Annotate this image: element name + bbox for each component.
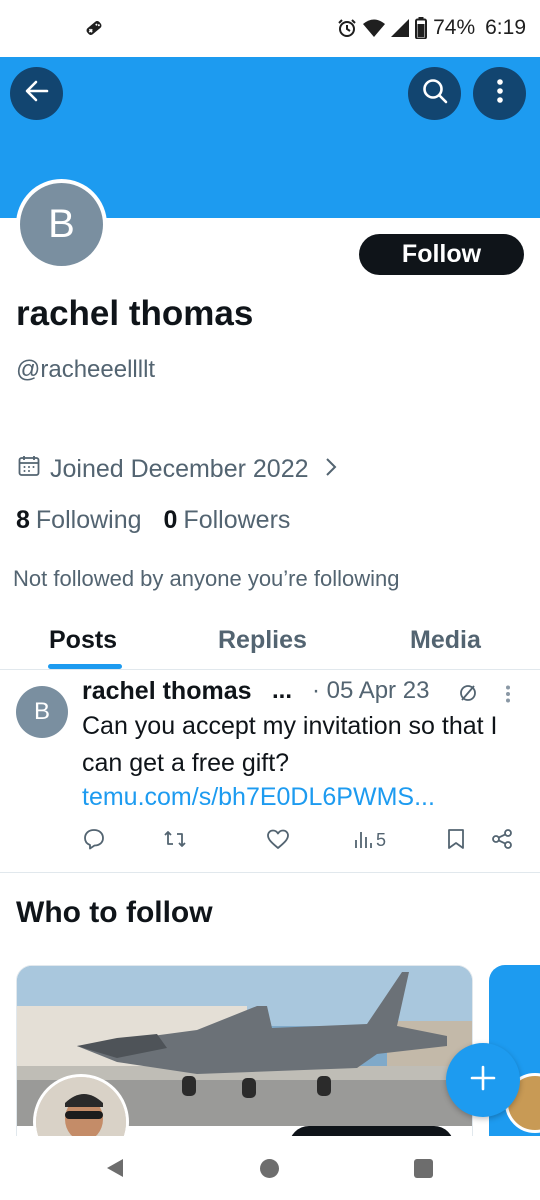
- share-button[interactable]: [491, 828, 513, 855]
- tab-media[interactable]: Media: [410, 626, 481, 655]
- followers-label: Followers: [183, 506, 291, 534]
- battery-percent: 74%: [433, 16, 476, 39]
- follow-button[interactable]: Follow: [359, 234, 524, 275]
- status-bar: 74% 6:19: [0, 0, 540, 57]
- more-vertical-icon: [496, 78, 504, 109]
- game-controller-icon: [84, 18, 104, 38]
- nav-recents-icon[interactable]: [414, 1159, 433, 1178]
- who-to-follow-title: Who to follow: [16, 896, 213, 929]
- joined-text: Joined December 2022: [50, 455, 309, 483]
- cell-signal-icon: [391, 19, 410, 37]
- heart-icon: [266, 828, 290, 855]
- post-author-ellipsis: ...: [272, 677, 293, 704]
- nav-home-icon[interactable]: [260, 1159, 279, 1178]
- views-button[interactable]: 5: [354, 828, 386, 853]
- more-options-button[interactable]: [473, 67, 526, 120]
- alarm-icon: [337, 18, 357, 38]
- profile-avatar-letter: B: [20, 183, 103, 266]
- compose-post-button[interactable]: [446, 1043, 520, 1117]
- tab-replies[interactable]: Replies: [218, 626, 307, 655]
- profile-name: rachel thomas: [16, 294, 254, 333]
- post-avatar[interactable]: B: [16, 686, 68, 738]
- bookmark-icon: [447, 828, 465, 855]
- clock: 6:19: [485, 16, 526, 39]
- plus-icon: [470, 1065, 496, 1096]
- calendar-icon: [18, 455, 40, 484]
- followers-count: 0: [163, 506, 178, 534]
- post-author-name[interactable]: rachel thomas: [82, 677, 252, 706]
- back-button[interactable]: [10, 67, 63, 120]
- profile-avatar[interactable]: B: [16, 179, 107, 270]
- back-arrow-icon: [24, 78, 50, 109]
- search-icon: [421, 77, 449, 110]
- search-button[interactable]: [408, 67, 461, 120]
- share-icon: [491, 828, 513, 855]
- post-actions: 5: [0, 828, 540, 858]
- following-label: Following: [35, 506, 142, 534]
- no-reply-icon: [458, 683, 478, 708]
- analytics-icon: [354, 828, 372, 853]
- reply-icon: [83, 828, 105, 855]
- tab-posts[interactable]: Posts: [49, 626, 117, 655]
- chevron-right-icon: [325, 455, 337, 484]
- reply-button[interactable]: [83, 828, 105, 855]
- battery-icon: [415, 17, 428, 39]
- post-more-icon[interactable]: [505, 685, 511, 708]
- post-date: · 05 Apr 23: [312, 677, 430, 704]
- nav-back-icon[interactable]: [106, 1158, 124, 1183]
- post-item[interactable]: B rachel thomas ... · 05 Apr 23 Can you …: [0, 670, 540, 873]
- active-tab-indicator: [48, 664, 122, 669]
- profile-tabs: Posts Replies Media: [0, 620, 540, 670]
- repost-button[interactable]: [163, 828, 187, 855]
- status-icons: 74% 6:19: [337, 16, 526, 40]
- repost-icon: [163, 828, 187, 855]
- like-button[interactable]: [266, 828, 290, 855]
- follow-counts: 8 Following 0 Followers: [16, 506, 290, 535]
- post-link[interactable]: temu.com/s/bh7E0DL6PWMS...: [82, 783, 435, 812]
- following-count: 8: [16, 506, 30, 534]
- views-count: 5: [376, 830, 387, 850]
- wifi-icon: [363, 19, 386, 37]
- not-followed-note: Not followed by anyone you’re following: [13, 566, 400, 591]
- following-link[interactable]: 8 Following: [16, 506, 142, 535]
- joined-date-row[interactable]: Joined December 2022: [18, 455, 337, 484]
- profile-handle: @racheeellllt: [16, 356, 156, 383]
- bookmark-button[interactable]: [447, 828, 465, 855]
- system-nav-bar: [0, 1136, 540, 1200]
- followers-link[interactable]: 0 Followers: [164, 506, 291, 535]
- post-text: Can you accept my invitation so that I c…: [82, 712, 498, 777]
